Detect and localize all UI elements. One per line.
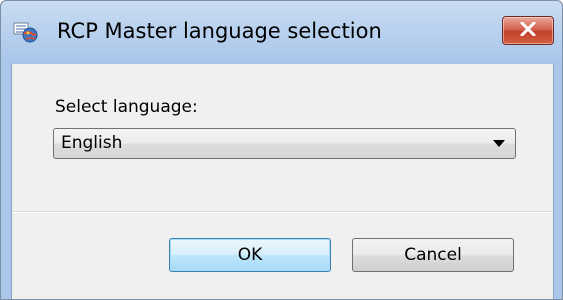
window-title: RCP Master language selection	[57, 19, 382, 43]
language-dropdown[interactable]: English	[53, 128, 516, 159]
language-app-icon	[13, 21, 39, 45]
title-bar[interactable]: RCP Master language selection	[1, 1, 562, 63]
divider-highlight	[12, 212, 553, 213]
dialog-body: Select language: English OK Cancel	[11, 64, 554, 299]
close-button[interactable]	[502, 16, 554, 45]
ok-button[interactable]: OK	[169, 238, 331, 272]
close-icon	[520, 21, 536, 40]
dialog-window: RCP Master language selection Select lan…	[0, 0, 563, 300]
chevron-down-icon	[493, 140, 505, 147]
select-language-label: Select language:	[55, 97, 198, 117]
language-dropdown-value: English	[61, 133, 123, 153]
cancel-button[interactable]: Cancel	[352, 238, 514, 272]
